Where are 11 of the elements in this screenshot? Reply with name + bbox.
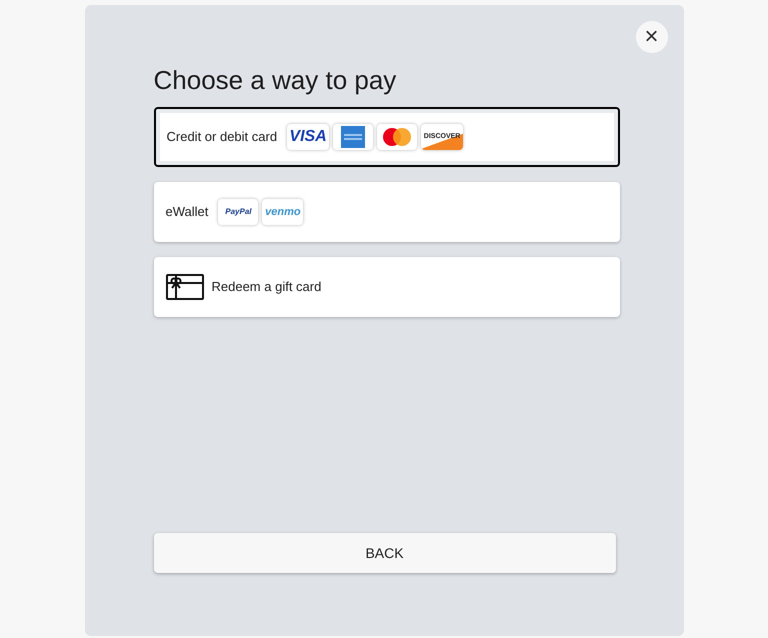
visa-logo: VISA (287, 124, 330, 150)
close-button[interactable]: × (636, 21, 668, 53)
back-button[interactable]: BACK (154, 533, 616, 573)
venmo-logo: venmo (262, 199, 304, 225)
payment-option[interactable]: eWallet PayPal venmo (154, 182, 620, 242)
mastercard-logo (377, 124, 418, 150)
amex-logo (333, 124, 374, 150)
gift-card-icon (166, 274, 204, 300)
payment-option[interactable]: Redeem a gift card (154, 257, 620, 317)
paypal-logo: PayPal (218, 199, 258, 225)
dialog-title: Choose a way to pay (154, 64, 398, 97)
